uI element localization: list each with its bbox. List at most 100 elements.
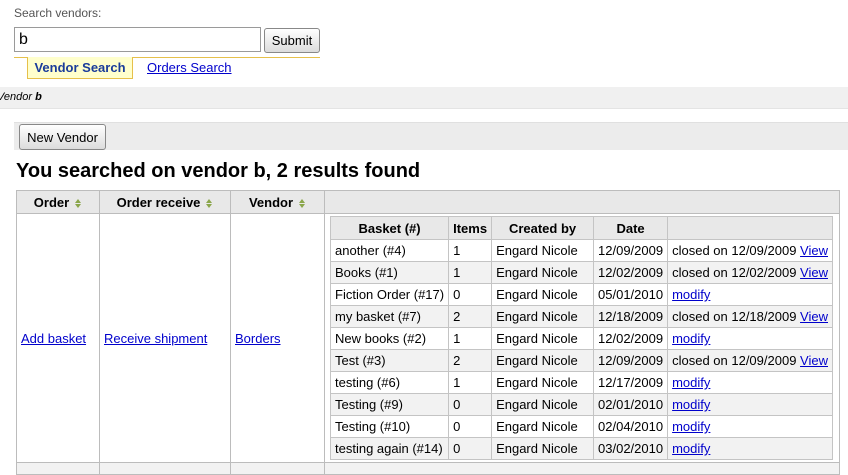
basket-name: Test (#3): [329, 349, 450, 372]
sort-icon: [299, 198, 306, 208]
basket-row: Testing (#9) 0 Engard Nicole 02/01/2010 modi…: [329, 393, 833, 416]
order-cell: Add basket: [16, 213, 100, 463]
modify-basket-link[interactable]: modify: [672, 331, 710, 346]
items-column-header: Items: [448, 216, 493, 240]
basket-row: Testing (#10) 0 Engard Nicole 02/04/2010 mod…: [329, 415, 833, 438]
basket-created-by: Engard Nicole: [491, 415, 595, 438]
basket-items: 0: [448, 393, 493, 416]
basket-date: 03/02/2010: [593, 437, 669, 460]
basket-created-by: Engard Nicole: [491, 393, 595, 416]
basket-name: testing again (#14): [329, 437, 450, 460]
table-cell: [230, 462, 325, 475]
basket-items: 2: [448, 349, 493, 372]
baskets-cell: Basket (#) Items Created by Date another…: [324, 213, 840, 463]
basket-items: 1: [448, 239, 493, 262]
basket-date: 12/18/2009: [593, 305, 669, 328]
basket-status: closed on 12/18/2009: [672, 309, 797, 324]
basket-row: testing (#6) 1 Engard Nicole 12/17/2009 modi…: [329, 371, 833, 394]
modify-basket-link[interactable]: modify: [672, 397, 710, 412]
modify-basket-link[interactable]: modify: [672, 287, 710, 302]
breadcrumb-bar: Vendor b: [0, 87, 848, 109]
basket-items: 1: [448, 327, 493, 350]
column-header-order-label: Order: [33, 194, 70, 210]
basket-name: my basket (#7): [329, 305, 450, 328]
add-basket-link[interactable]: Add basket: [21, 331, 86, 346]
basket-items: 1: [448, 261, 493, 284]
created-by-column-header: Created by: [491, 216, 595, 240]
action-column-header: [667, 216, 833, 240]
basket-action-cell: closed on 12/02/2009 View: [667, 261, 833, 284]
page-title: You searched on vendor b, 2 results foun…: [16, 160, 421, 182]
basket-column-header: Basket (#): [329, 216, 450, 240]
basket-name: another (#4): [329, 239, 450, 262]
column-header-vendor[interactable]: Vendor: [230, 190, 325, 214]
view-basket-link[interactable]: View: [800, 265, 828, 280]
basket-created-by: Engard Nicole: [491, 371, 595, 394]
basket-items: 1: [448, 371, 493, 394]
sort-icon: [75, 198, 82, 208]
date-column-header: Date: [593, 216, 669, 240]
vendor-name-link[interactable]: Borders: [235, 331, 281, 346]
basket-date: 12/09/2009: [593, 349, 669, 372]
toolbar: New Vendor: [14, 122, 848, 150]
modify-basket-link[interactable]: modify: [672, 419, 710, 434]
basket-created-by: Engard Nicole: [491, 283, 595, 306]
basket-name: New books (#2): [329, 327, 450, 350]
basket-row: testing again (#14) 0 Engard Nicole 03/02/2…: [329, 437, 833, 460]
basket-action-cell: modify: [667, 327, 833, 350]
basket-row: my basket (#7) 2 Engard Nicole 12/18/2009 cl…: [329, 305, 833, 328]
basket-status: closed on 12/09/2009: [672, 353, 797, 368]
basket-date: 12/09/2009: [593, 239, 669, 262]
vendor-results-table: Order Order receive Vendor Add basket Re…: [16, 190, 840, 475]
basket-action-cell: modify: [667, 371, 833, 394]
new-vendor-button[interactable]: New Vendor: [19, 124, 106, 150]
basket-date: 05/01/2010: [593, 283, 669, 306]
basket-created-by: Engard Nicole: [491, 437, 595, 460]
basket-name: Testing (#10): [329, 415, 450, 438]
view-basket-link[interactable]: View: [800, 309, 828, 324]
vendor-search-input[interactable]: [14, 27, 261, 52]
basket-action-cell: modify: [667, 393, 833, 416]
search-label: Search vendors:: [14, 6, 102, 20]
table-cell: [99, 462, 231, 475]
basket-row: New books (#2) 1 Engard Nicole 12/02/2009 mo…: [329, 327, 833, 350]
basket-items: 2: [448, 305, 493, 328]
basket-date: 12/02/2009: [593, 327, 669, 350]
submit-button[interactable]: Submit: [264, 28, 320, 53]
basket-name: Books (#1): [329, 261, 450, 284]
tab-vendor-search[interactable]: Vendor Search: [27, 57, 133, 79]
basket-status: closed on 12/09/2009: [672, 243, 797, 258]
column-header-order[interactable]: Order: [16, 190, 100, 214]
breadcrumb-term: b: [35, 91, 42, 103]
view-basket-link[interactable]: View: [800, 353, 828, 368]
column-header-order-receive[interactable]: Order receive: [99, 190, 231, 214]
tab-orders-search[interactable]: Orders Search: [147, 60, 232, 75]
basket-action-cell: closed on 12/18/2009 View: [667, 305, 833, 328]
receive-shipment-link[interactable]: Receive shipment: [104, 331, 207, 346]
basket-created-by: Engard Nicole: [491, 261, 595, 284]
basket-action-cell: closed on 12/09/2009 View: [667, 239, 833, 262]
basket-row: Fiction Order (#17) 0 Engard Nicole 05/01/2…: [329, 283, 833, 306]
basket-date: 02/01/2010: [593, 393, 669, 416]
basket-created-by: Engard Nicole: [491, 305, 595, 328]
basket-name: Fiction Order (#17): [329, 283, 450, 306]
basket-row: another (#4) 1 Engard Nicole 12/09/2009 clos…: [329, 239, 833, 262]
sort-icon: [206, 198, 213, 208]
basket-items: 0: [448, 283, 493, 306]
column-header-vendor-label: Vendor: [248, 194, 294, 210]
modify-basket-link[interactable]: modify: [672, 441, 710, 456]
modify-basket-link[interactable]: modify: [672, 375, 710, 390]
basket-table: Basket (#) Items Created by Date another…: [329, 216, 833, 460]
basket-name: testing (#6): [329, 371, 450, 394]
basket-items: 0: [448, 437, 493, 460]
basket-action-cell: modify: [667, 283, 833, 306]
basket-date: 02/04/2010: [593, 415, 669, 438]
breadcrumb-prefix: Vendor: [0, 91, 33, 103]
table-cell: [16, 462, 100, 475]
vendor-cell: Borders: [230, 213, 325, 463]
basket-date: 12/17/2009: [593, 371, 669, 394]
order-receive-cell: Receive shipment: [99, 213, 231, 463]
view-basket-link[interactable]: View: [800, 243, 828, 258]
table-cell: [324, 462, 840, 475]
basket-row: Books (#1) 1 Engard Nicole 12/02/2009 closed…: [329, 261, 833, 284]
